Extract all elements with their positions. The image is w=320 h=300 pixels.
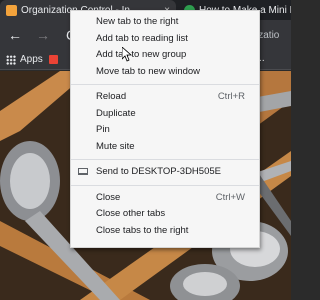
menu-item-label: Send to DESKTOP-3DH505E <box>96 166 221 177</box>
menu-item-label: Move tab to new window <box>96 65 201 77</box>
menu-item-shortcut: Ctrl+W <box>215 191 245 203</box>
menu-item-pin[interactable]: Pin <box>71 122 259 139</box>
mouse-cursor-icon <box>122 47 132 62</box>
menu-item-label: Close <box>96 191 121 203</box>
menu-divider <box>71 84 259 85</box>
gmail-bookmark-icon[interactable] <box>48 55 58 64</box>
menu-item-label: Add tab to new group <box>96 49 187 60</box>
menu-item-duplicate[interactable]: Duplicate <box>71 106 259 123</box>
menu-item-close[interactable]: Close Ctrl+W <box>71 190 259 207</box>
menu-item-add-to-reading-list[interactable]: Add tab to reading list <box>71 31 259 48</box>
menu-item-label: Pin <box>96 124 110 135</box>
menu-item-close-other-tabs[interactable]: Close other tabs <box>71 206 259 223</box>
menu-item-close-tabs-right[interactable]: Close tabs to the right <box>71 223 259 240</box>
device-icon <box>78 168 88 175</box>
organization-favicon-icon <box>6 4 17 16</box>
forward-arrow-icon[interactable]: → <box>36 27 50 43</box>
menu-item-send-to-device[interactable]: Send to DESKTOP-3DH505E <box>71 164 259 181</box>
apps-grid-icon <box>6 54 16 65</box>
back-arrow-icon[interactable]: ← <box>8 27 22 43</box>
menu-item-label: New tab to the right <box>96 16 179 27</box>
menu-divider <box>71 184 259 186</box>
menu-item-label: Close tabs to the right <box>96 224 189 236</box>
menu-item-reload[interactable]: Reload Ctrl+R <box>71 89 259 106</box>
menu-item-label: Mute site <box>96 140 135 152</box>
menu-divider <box>71 159 259 160</box>
menu-item-add-to-new-group[interactable]: Add tab to new group <box>71 47 259 64</box>
menu-item-label: Add tab to reading list <box>96 32 188 44</box>
tab-context-menu: New tab to the right Add tab to reading … <box>70 10 260 248</box>
menu-item-label: Reload <box>96 91 127 102</box>
menu-item-new-tab-right[interactable]: New tab to the right <box>71 14 259 31</box>
menu-item-label: Duplicate <box>96 107 136 119</box>
menu-item-mute-site[interactable]: Mute site <box>71 139 259 156</box>
menu-item-label: Close other tabs <box>96 208 166 219</box>
bookmark-apps[interactable]: Apps <box>20 54 43 65</box>
menu-item-shortcut: Ctrl+R <box>217 91 245 102</box>
menu-item-move-to-new-window[interactable]: Move tab to new window <box>71 64 259 81</box>
